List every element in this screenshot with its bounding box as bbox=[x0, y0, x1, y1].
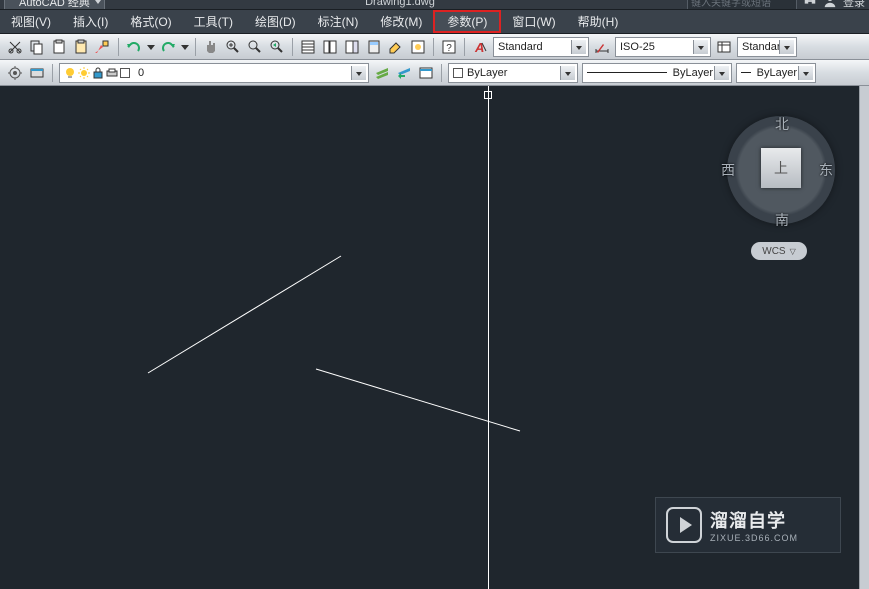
viewcube-face-label: 上 bbox=[774, 158, 788, 178]
paste-icon[interactable] bbox=[71, 37, 91, 57]
watermark: 溜溜自学 ZIXUE.3D66.COM bbox=[655, 497, 841, 553]
layer-color-swatch bbox=[120, 68, 130, 78]
menu-insert[interactable]: 插入(I) bbox=[62, 10, 119, 33]
undo-icon[interactable] bbox=[124, 37, 144, 57]
linetype-preview bbox=[587, 72, 667, 73]
svg-text:?: ? bbox=[446, 43, 452, 54]
wcs-badge[interactable]: WCS ▽ bbox=[751, 242, 807, 260]
title-icons: 登录 bbox=[803, 0, 865, 10]
layer-filter-icon[interactable] bbox=[27, 63, 47, 83]
viewcube-face[interactable]: 上 bbox=[761, 148, 801, 188]
layer-name: 0 bbox=[138, 67, 144, 79]
menu-help[interactable]: 帮助(H) bbox=[567, 10, 630, 33]
color-dropdown[interactable]: ByLayer bbox=[448, 63, 578, 83]
watermark-sub: ZIXUE.3D66.COM bbox=[710, 533, 798, 543]
drawing-canvas[interactable]: 北 南 东 西 上 WCS ▽ 溜溜自学 ZIXUE.3D66.COM bbox=[0, 86, 869, 589]
bulb-icon bbox=[64, 67, 76, 79]
linetype-value: ByLayer bbox=[673, 67, 713, 79]
properties-icon[interactable] bbox=[298, 37, 318, 57]
textstyle-icon[interactable]: A bbox=[470, 37, 490, 57]
text-style-dropdown[interactable]: Standard bbox=[493, 37, 589, 57]
viewcube-south[interactable]: 南 bbox=[775, 210, 789, 230]
layer-state-icons bbox=[64, 67, 134, 79]
zoom-window-icon[interactable] bbox=[245, 37, 265, 57]
dimstyle-icon[interactable] bbox=[592, 37, 612, 57]
viewcube-north[interactable]: 北 bbox=[775, 114, 789, 134]
undo-dd-icon[interactable] bbox=[146, 37, 156, 57]
table-style-value: Standard bbox=[742, 41, 787, 53]
title-bar: AutoCAD 经典 Drawing1.dwg 键入关键字或短语 登录 bbox=[0, 0, 869, 10]
dim-style-value: ISO-25 bbox=[620, 41, 655, 53]
lineweight-dropdown[interactable]: ByLayer bbox=[736, 63, 816, 83]
menu-tools[interactable]: 工具(T) bbox=[183, 10, 244, 33]
plot-icon bbox=[106, 67, 118, 79]
sheetset-icon[interactable] bbox=[320, 37, 340, 57]
redo-dd-icon[interactable] bbox=[180, 37, 190, 57]
color-swatch bbox=[453, 68, 463, 78]
table-style-dropdown[interactable]: Standard bbox=[737, 37, 797, 57]
workspace-label: AutoCAD 经典 bbox=[19, 0, 90, 10]
menu-format[interactable]: 格式(O) bbox=[119, 10, 182, 33]
redo-icon[interactable] bbox=[158, 37, 178, 57]
watermark-title: 溜溜自学 bbox=[710, 507, 798, 533]
sun-icon bbox=[78, 67, 90, 79]
color-value: ByLayer bbox=[467, 67, 507, 79]
viewcube-east[interactable]: 东 bbox=[819, 160, 833, 180]
menu-view[interactable]: 视图(V) bbox=[0, 10, 62, 33]
layer-state-icon[interactable] bbox=[416, 63, 436, 83]
linetype-dropdown[interactable]: ByLayer bbox=[582, 63, 732, 83]
play-icon bbox=[666, 507, 702, 543]
viewcube-west[interactable]: 西 bbox=[721, 160, 735, 180]
scrollbar-vertical[interactable] bbox=[859, 86, 869, 589]
help-icon[interactable]: ? bbox=[439, 37, 459, 57]
copyclip-icon[interactable] bbox=[49, 37, 69, 57]
menu-window[interactable]: 窗口(W) bbox=[501, 10, 566, 33]
layer-make-current-icon[interactable] bbox=[372, 63, 392, 83]
text-style-value: Standard bbox=[498, 41, 543, 53]
file-title: Drawing1.dwg bbox=[113, 0, 687, 8]
tablestyle-icon[interactable] bbox=[714, 37, 734, 57]
matchprop-icon[interactable] bbox=[93, 37, 113, 57]
standard-toolbar: ? A Standard ISO-25 Standard bbox=[0, 34, 869, 60]
user-icon[interactable] bbox=[823, 0, 837, 8]
login-label[interactable]: 登录 bbox=[843, 0, 865, 10]
zoom-prev-icon[interactable] bbox=[267, 37, 287, 57]
layer-previous-icon[interactable] bbox=[394, 63, 414, 83]
binoculars-icon[interactable] bbox=[803, 0, 817, 8]
quickcalc-icon[interactable] bbox=[408, 37, 428, 57]
dim-style-dropdown[interactable]: ISO-25 bbox=[615, 37, 711, 57]
workspace-dropdown[interactable]: AutoCAD 经典 bbox=[4, 0, 105, 10]
markup-icon[interactable] bbox=[386, 37, 406, 57]
menu-modify[interactable]: 修改(M) bbox=[369, 10, 433, 33]
pan-icon[interactable] bbox=[201, 37, 221, 57]
wcs-label: WCS bbox=[762, 246, 785, 257]
cut-icon[interactable] bbox=[5, 37, 25, 57]
menu-dim[interactable]: 标注(N) bbox=[307, 10, 370, 33]
scrollbar-thumb[interactable] bbox=[860, 86, 869, 589]
wcs-arrow: ▽ bbox=[790, 247, 796, 256]
zoom-realtime-icon[interactable] bbox=[223, 37, 243, 57]
calculator-icon[interactable] bbox=[364, 37, 384, 57]
menu-bar: 视图(V) 插入(I) 格式(O) 工具(T) 绘图(D) 标注(N) 修改(M… bbox=[0, 10, 869, 34]
lineweight-value: ByLayer bbox=[757, 67, 797, 79]
layer-props-icon[interactable] bbox=[5, 63, 25, 83]
menu-parametric[interactable]: 参数(P) bbox=[433, 10, 501, 33]
layer-toolbar: 0 ByLayer ByLayer ByLayer bbox=[0, 60, 869, 86]
copy-icon[interactable] bbox=[27, 37, 47, 57]
search-placeholder: 键入关键字或短语 bbox=[691, 0, 771, 9]
lineweight-preview bbox=[741, 72, 751, 73]
search-input[interactable]: 键入关键字或短语 bbox=[687, 0, 797, 10]
tool-palette-icon[interactable] bbox=[342, 37, 362, 57]
svg-text:A: A bbox=[474, 40, 484, 55]
menu-draw[interactable]: 绘图(D) bbox=[244, 10, 307, 33]
lock-icon bbox=[92, 67, 104, 79]
view-cube[interactable]: 北 南 东 西 上 WCS ▽ bbox=[721, 102, 841, 262]
layer-dropdown[interactable]: 0 bbox=[59, 63, 369, 83]
